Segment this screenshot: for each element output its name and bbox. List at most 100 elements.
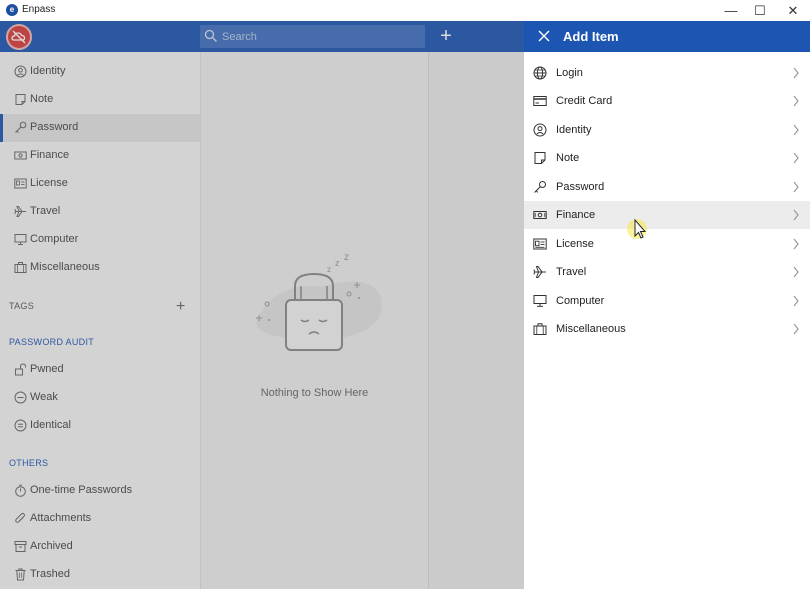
add-item-label: Computer <box>556 295 605 307</box>
add-item-miscellaneous[interactable]: Miscellaneous <box>524 315 810 343</box>
add-item-title: Add Item <box>563 29 619 44</box>
sleeping-lock-icon: z z z <box>256 252 382 351</box>
maximize-button[interactable]: ☐ <box>745 0 775 21</box>
weak-icon <box>14 391 27 404</box>
sidebar-item-archived[interactable]: Archived <box>0 533 200 561</box>
note-icon <box>534 152 546 164</box>
chevron-right-icon <box>793 209 799 221</box>
add-item-password[interactable]: Password <box>524 173 810 201</box>
add-item-label: Finance <box>556 209 596 221</box>
sidebar-item-computer[interactable]: Computer <box>0 226 200 254</box>
chevron-right-icon <box>793 266 799 278</box>
sidebar-item-one-time-passwords[interactable]: One-time Passwords <box>0 477 200 505</box>
close-icon[interactable] <box>536 28 552 44</box>
tags-section-title: TAGS <box>9 301 35 311</box>
add-item-label: License <box>556 238 594 250</box>
minimize-button[interactable]: — <box>716 0 746 21</box>
sidebar-item-pwned[interactable]: Pwned <box>0 356 200 384</box>
sidebar: Identity Note Password Finance License T… <box>0 52 200 589</box>
sidebar-item-label: Computer <box>30 233 79 245</box>
mouse-cursor-icon <box>627 218 647 239</box>
credit-card-icon <box>533 96 547 106</box>
identity-icon <box>533 123 547 137</box>
sidebar-item-license[interactable]: License <box>0 170 200 198</box>
sidebar-item-password[interactable]: Password <box>0 114 200 142</box>
add-item-note[interactable]: Note <box>524 144 810 172</box>
sidebar-item-label: Identity <box>30 65 66 77</box>
add-item-panel: Add Item Login Credit Card Identity Note… <box>524 21 810 589</box>
chevron-right-icon <box>793 124 799 136</box>
search-input[interactable] <box>218 25 426 48</box>
add-item-identity[interactable]: Identity <box>524 116 810 144</box>
empty-state-message: Nothing to Show Here <box>260 387 369 399</box>
add-item-label: Miscellaneous <box>556 323 626 335</box>
svg-text:z: z <box>327 265 331 274</box>
note-icon <box>15 94 26 105</box>
sidebar-item-label: Miscellaneous <box>30 261 100 273</box>
password-audit-section-title: PASSWORD AUDIT <box>9 337 95 347</box>
sidebar-item-attachments[interactable]: Attachments <box>0 505 200 533</box>
plane-icon <box>533 266 546 278</box>
identical-icon <box>14 419 27 432</box>
sidebar-item-label: Note <box>30 93 54 105</box>
sidebar-item-label: One-time Passwords <box>30 484 133 496</box>
others-section-title: OTHERS <box>9 458 49 468</box>
close-window-button[interactable]: ✕ <box>778 0 808 21</box>
sidebar-item-note[interactable]: Note <box>0 86 200 114</box>
svg-text:z: z <box>344 252 349 263</box>
key-icon <box>15 121 27 133</box>
add-item-login[interactable]: Login <box>524 59 810 87</box>
add-item-license[interactable]: License <box>524 230 810 258</box>
chevron-right-icon <box>793 295 799 307</box>
sidebar-item-label: Identical <box>30 419 71 431</box>
sidebar-item-identical[interactable]: Identical <box>0 412 200 440</box>
add-item-button[interactable]: + <box>436 25 456 47</box>
search-icon <box>204 29 217 42</box>
add-item-finance[interactable]: Finance <box>524 201 810 229</box>
enpass-logo-icon: e <box>6 4 18 16</box>
add-item-header: Add Item <box>524 21 810 52</box>
sidebar-item-identity[interactable]: Identity <box>0 58 200 86</box>
briefcase-icon <box>14 262 27 273</box>
sync-off-button[interactable] <box>6 24 32 50</box>
cloud-off-icon <box>11 30 26 44</box>
sidebar-item-finance[interactable]: Finance <box>0 142 200 170</box>
sidebar-item-label: Travel <box>30 205 61 217</box>
license-icon <box>14 178 27 189</box>
chevron-right-icon <box>793 181 799 193</box>
archive-icon <box>14 541 27 552</box>
stopwatch-icon <box>15 484 26 497</box>
add-item-travel[interactable]: Travel <box>524 258 810 286</box>
window-title: Enpass <box>22 4 56 15</box>
search-box[interactable] <box>200 25 426 48</box>
add-item-label: Travel <box>556 266 587 278</box>
monitor-icon <box>14 234 27 245</box>
finance-icon <box>14 151 27 160</box>
chevron-right-icon <box>793 238 799 250</box>
add-item-credit-card[interactable]: Credit Card <box>524 87 810 115</box>
briefcase-icon <box>533 323 547 335</box>
sidebar-item-travel[interactable]: Travel <box>0 198 200 226</box>
add-tag-button[interactable]: + <box>176 298 185 316</box>
add-item-label: Identity <box>556 124 592 136</box>
sidebar-item-miscellaneous[interactable]: Miscellaneous <box>0 254 200 282</box>
add-item-label: Login <box>556 67 583 79</box>
chevron-right-icon <box>793 67 799 79</box>
chevron-right-icon <box>793 95 799 107</box>
unlock-icon <box>15 363 26 376</box>
add-item-label: Password <box>556 181 605 193</box>
sidebar-item-label: Attachments <box>30 512 92 524</box>
paperclip-icon <box>15 512 25 523</box>
globe-icon <box>533 66 547 80</box>
plane-icon <box>14 206 26 217</box>
sidebar-item-trashed[interactable]: Trashed <box>0 561 200 589</box>
detail-pane <box>428 52 525 589</box>
sidebar-item-weak[interactable]: Weak <box>0 384 200 412</box>
chevron-right-icon <box>793 152 799 164</box>
sidebar-item-label: License <box>30 177 68 189</box>
finance-icon <box>533 211 547 219</box>
monitor-icon <box>533 295 547 307</box>
add-item-computer[interactable]: Computer <box>524 287 810 315</box>
chevron-right-icon <box>793 323 799 335</box>
add-item-label: Credit Card <box>556 95 613 107</box>
